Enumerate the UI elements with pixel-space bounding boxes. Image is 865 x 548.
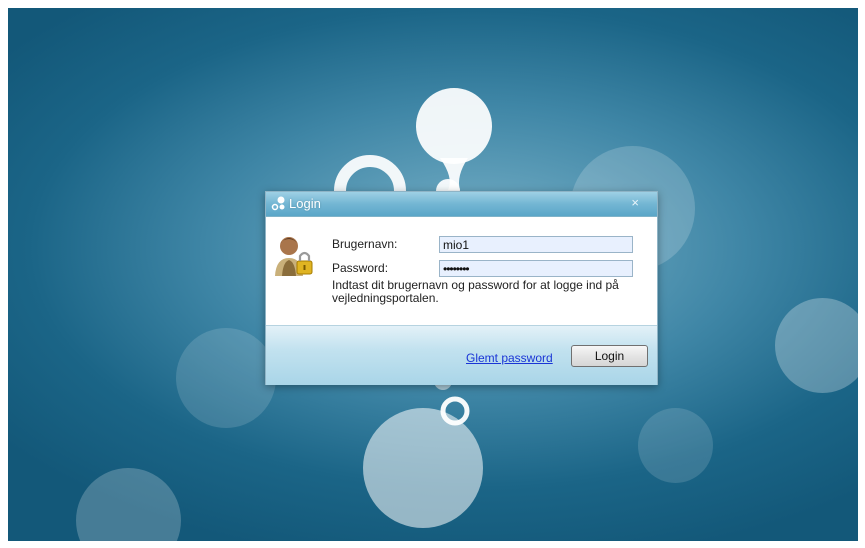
dialog-title: Login [289, 196, 321, 211]
login-hint-text: Indtast dit brugernavn og password for a… [332, 278, 619, 305]
username-field[interactable] [439, 236, 633, 253]
dialog-footer: Glemt password Login [266, 325, 657, 385]
forgot-password-link[interactable]: Glemt password [466, 351, 553, 365]
app-logo-icon [271, 196, 285, 211]
username-label: Brugernavn: [332, 237, 398, 251]
login-button[interactable]: Login [571, 345, 648, 367]
user-lock-icon [275, 237, 313, 276]
dialog-body: Brugernavn: Password: Indtast dit bruger… [266, 217, 657, 325]
password-label: Password: [332, 261, 389, 275]
password-field[interactable] [439, 260, 633, 277]
login-dialog: Login × Brugernavn: Password: Indtast di… [265, 191, 658, 385]
close-button[interactable]: × [631, 195, 639, 210]
dialog-titlebar: Login × [266, 192, 657, 217]
